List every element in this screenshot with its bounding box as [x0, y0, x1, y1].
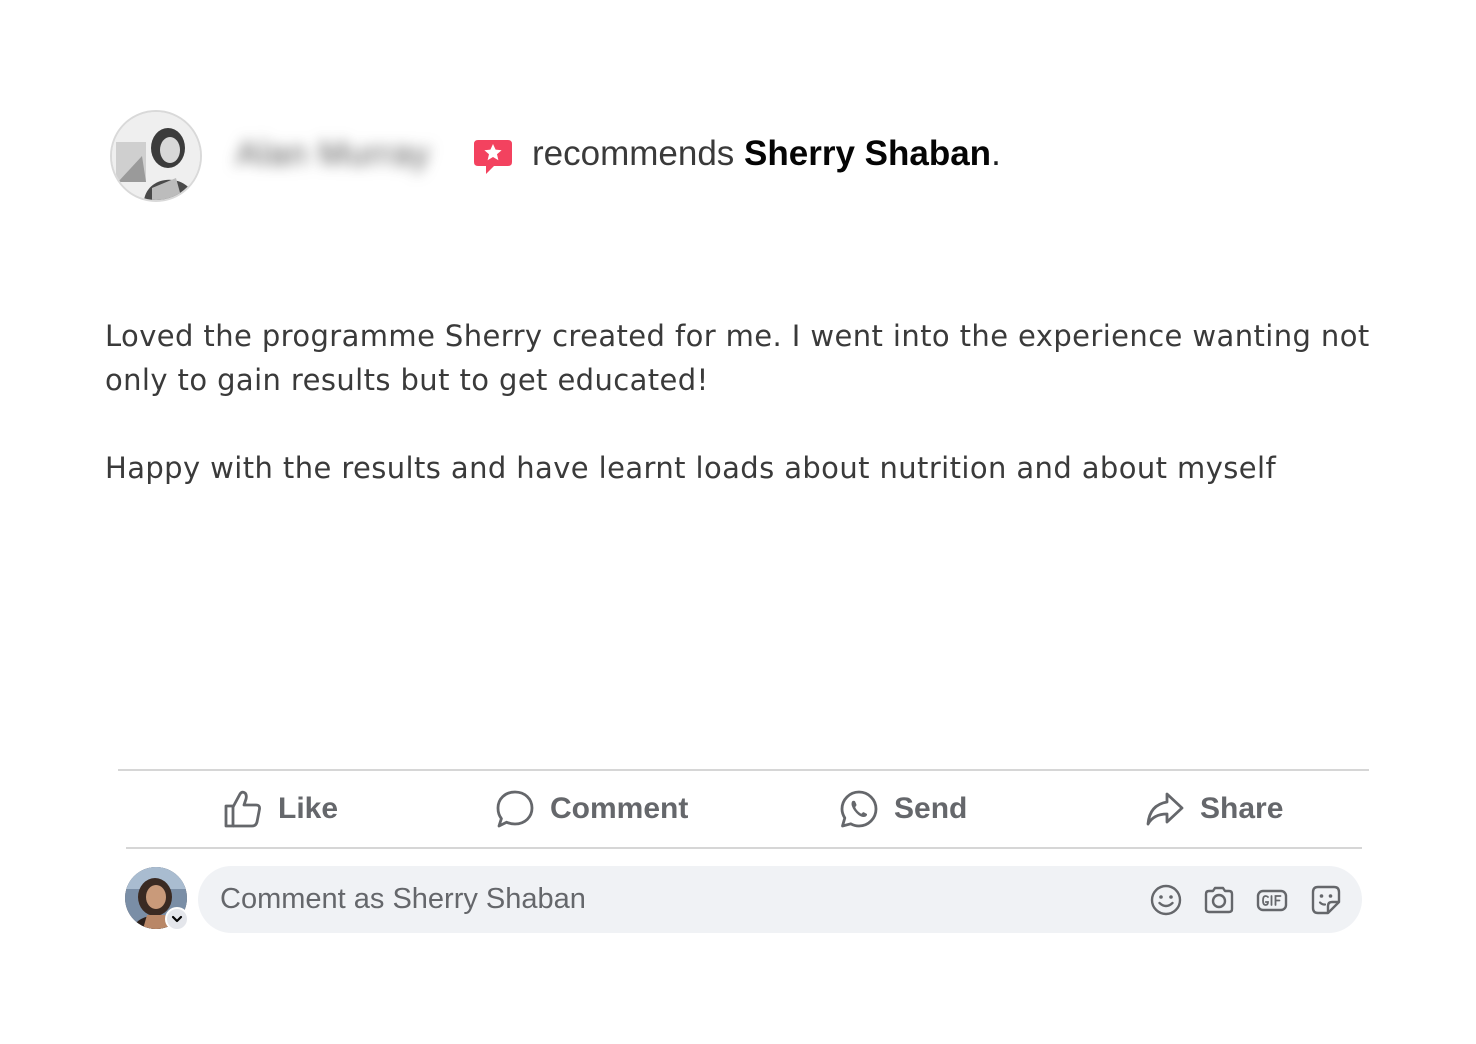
whatsapp-icon	[840, 790, 878, 828]
review-paragraph: Loved the programme Sherry created for m…	[105, 319, 1370, 397]
share-button[interactable]: Share	[1144, 786, 1283, 832]
reviewer-name[interactable]: Alan Murray	[236, 135, 430, 174]
emoji-icon[interactable]	[1148, 882, 1184, 918]
comment-bubble-icon	[496, 790, 534, 828]
like-label: Like	[278, 792, 339, 825]
review-text: Loved the programme Sherry created for m…	[105, 314, 1405, 490]
reviewer-avatar[interactable]	[110, 110, 202, 202]
camera-icon[interactable]	[1201, 882, 1237, 918]
sticker-icon[interactable]	[1308, 882, 1344, 918]
reviewer-photo	[112, 112, 200, 200]
thumbs-up-icon	[224, 790, 261, 828]
comment-button[interactable]: Comment	[494, 786, 688, 832]
gif-icon[interactable]	[1254, 882, 1290, 918]
recommends-label: recommends	[532, 134, 735, 173]
recommendation-headline: recommends Sherry Shaban.	[532, 134, 1001, 174]
share-arrow-icon	[1146, 792, 1184, 826]
comment-composer	[198, 866, 1362, 933]
send-label: Send	[894, 792, 968, 825]
send-button[interactable]: Send	[838, 786, 967, 832]
headline-period: .	[991, 134, 1001, 173]
like-button[interactable]: Like	[222, 786, 338, 832]
comment-label: Comment	[550, 792, 689, 825]
comment-input[interactable]	[220, 866, 1120, 933]
review-paragraph: Happy with the results and have learnt l…	[105, 451, 1277, 485]
recommend-star-icon	[474, 140, 512, 174]
divider	[118, 769, 1369, 771]
divider	[126, 847, 1362, 849]
chevron-down-icon[interactable]	[165, 907, 189, 931]
current-user-avatar[interactable]	[125, 867, 189, 931]
share-label: Share	[1200, 792, 1284, 825]
page-name-link[interactable]: Sherry Shaban	[744, 134, 991, 173]
